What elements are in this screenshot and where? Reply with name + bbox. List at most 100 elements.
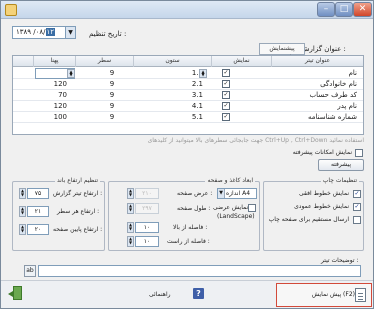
report-window: – □ ✕ ۱۳۸۹ /۰۸/۱۲ ▼ تاریخ تنظیم : عنوان … bbox=[0, 0, 374, 309]
advanced-checkbox[interactable] bbox=[355, 149, 363, 157]
row-show-checkbox[interactable]: ✓ bbox=[222, 80, 230, 88]
row-column: 1.1 bbox=[191, 69, 203, 77]
grid-header-title[interactable]: عنوان تیتر bbox=[271, 56, 363, 67]
exit-icon[interactable] bbox=[8, 286, 22, 300]
page-width-input[interactable]: ۲۱۰ bbox=[135, 188, 159, 199]
row-width: 120 bbox=[53, 80, 67, 88]
maximize-button[interactable]: □ bbox=[335, 2, 353, 17]
row-column: 3.1 bbox=[191, 91, 203, 99]
horizontal-lines-label: نمایش خطوط افقی bbox=[299, 190, 349, 197]
close-button[interactable]: ✕ bbox=[353, 2, 372, 17]
row-column: 2.1 bbox=[191, 80, 203, 88]
help-button[interactable]: راهنمائی bbox=[149, 289, 171, 301]
grid-header-column[interactable]: ستون bbox=[133, 56, 211, 67]
footer-height-label: ارتفاع پایین صفحه : bbox=[53, 226, 103, 233]
table-row[interactable]: نام✓1.19120▲▼▲▼ bbox=[13, 68, 363, 79]
minimize-button[interactable]: – bbox=[317, 2, 335, 17]
row-width: 70 bbox=[58, 91, 67, 99]
preview-button-label: پیش نمایش (F2) bbox=[311, 291, 355, 298]
row-level: 9 bbox=[109, 91, 115, 99]
row-title: نام پدر bbox=[337, 102, 357, 110]
title-bar: – □ ✕ bbox=[1, 1, 373, 19]
header-height-input[interactable]: ۷۵ bbox=[27, 188, 49, 199]
preview-button[interactable]: پیش نمایش (F2) bbox=[276, 283, 372, 307]
margin-right-spinner[interactable]: ▲ ▼ bbox=[127, 236, 134, 247]
page-width-label: عرض صفحه : bbox=[177, 190, 213, 197]
direct-print-label: ارسال مستقیم برای صفحه چاپ bbox=[268, 216, 349, 223]
page-height-input[interactable]: ۲۹۷ bbox=[135, 203, 159, 214]
advanced-label: نمایش امکانات پیشرفته bbox=[292, 149, 352, 156]
notes-edit-icon[interactable]: ab bbox=[24, 265, 36, 277]
row-column: 4.1 bbox=[191, 102, 203, 110]
row-show-checkbox[interactable]: ✓ bbox=[222, 69, 230, 77]
row-height-label: ارتفاع هر سطر : bbox=[57, 208, 100, 215]
vertical-lines-checkbox[interactable]: ✓ bbox=[353, 203, 361, 211]
row-title: شماره شناسنامه bbox=[307, 113, 357, 121]
table-row[interactable]: کد طرف حساب ✓ 3.1 9 70 bbox=[13, 90, 363, 101]
print-settings-group: تنظیمات چاپ ✓ نمایش خطوط افقی ✓ نمایش خط… bbox=[263, 177, 364, 251]
row-level: 9 bbox=[109, 80, 115, 88]
row-show-checkbox[interactable]: ✓ bbox=[222, 102, 230, 110]
direct-print-checkbox[interactable] bbox=[353, 216, 361, 224]
footer-height-spinner[interactable]: ▲ ▼ bbox=[19, 224, 26, 235]
header-height-label: ارتفاع تیتر گزارش : bbox=[53, 190, 103, 197]
advanced-button[interactable]: پیشرفته bbox=[318, 159, 364, 171]
row-show-checkbox[interactable]: ✓ bbox=[222, 91, 230, 99]
header-height-spinner[interactable]: ▲ ▼ bbox=[19, 188, 26, 199]
page-height-label: طول صفحه : bbox=[177, 205, 211, 212]
page-size-group: ابعاد کاغذ و صفحه ▼ اندازه A4 نمایش عرضی… bbox=[108, 177, 260, 251]
notes-input[interactable] bbox=[38, 265, 361, 277]
date-label: تاریخ تنظیم : bbox=[89, 30, 127, 38]
row-title: نام خانوادگی bbox=[320, 80, 357, 88]
page-height-spinner[interactable]: ▲ ▼ bbox=[127, 203, 134, 214]
row-level: 9 bbox=[109, 113, 115, 121]
app-icon bbox=[5, 4, 17, 16]
grid-header-width[interactable]: پهنا bbox=[33, 56, 75, 67]
document-icon bbox=[355, 288, 366, 302]
tab-preview[interactable]: پیشنمایش گزارش bbox=[259, 43, 305, 62]
row-width: 100 bbox=[53, 113, 67, 121]
vertical-lines-label: نمایش خطوط عمودی bbox=[294, 203, 349, 210]
date-input[interactable]: ۱۳۸۹ /۰۸/۱۲ ▼ bbox=[12, 26, 76, 39]
grid-header-level[interactable]: سطر bbox=[75, 56, 133, 67]
print-settings-title: تنظیمات چاپ bbox=[320, 177, 359, 184]
columns-grid: عنوان تیتر نمایش ستون سطر پهنا نام ✓ 1.1 9 1… bbox=[12, 55, 364, 135]
row-height-spinner[interactable]: ▲ ▼ bbox=[19, 206, 26, 217]
grid-header-show[interactable]: نمایش bbox=[211, 56, 271, 67]
landscape-checkbox[interactable] bbox=[248, 204, 256, 212]
grid-header: عنوان تیتر نمایش ستون سطر پهنا bbox=[13, 56, 363, 67]
arrow-shape bbox=[8, 291, 13, 297]
footer-height-input[interactable]: ۲۰ bbox=[27, 224, 49, 235]
paper-size-value: اندازه A4 bbox=[226, 190, 251, 197]
column-spinner[interactable]: ▲ ▼ bbox=[199, 69, 207, 78]
width-spinner[interactable]: ▲ ▼ bbox=[67, 69, 75, 78]
margin-top-label: فاصله از بالا : bbox=[173, 224, 208, 231]
row-column: 5.1 bbox=[191, 113, 203, 121]
reorder-hint: جهت جابجائی سطرهای بالا میتوانید از کلید… bbox=[147, 137, 364, 144]
margin-top-spinner[interactable]: ▲ ▼ bbox=[127, 222, 134, 233]
row-show-checkbox[interactable]: ✓ bbox=[222, 113, 230, 121]
margin-top-input[interactable]: ۱۰ bbox=[135, 222, 159, 233]
margin-right-input[interactable]: ۱۰ bbox=[135, 236, 159, 247]
row-title: کد طرف حساب bbox=[309, 91, 357, 99]
help-icon[interactable]: ? bbox=[193, 288, 204, 299]
paper-size-select[interactable]: ▼ اندازه A4 bbox=[217, 188, 257, 199]
door-shape bbox=[13, 286, 22, 300]
landscape-note: (LandScape) bbox=[217, 213, 255, 220]
band-height-title: تنظیم ارتفاع باند bbox=[54, 177, 100, 184]
row-level: 9 bbox=[109, 69, 115, 77]
table-row[interactable]: شماره شناسنامه ✓ 5.1 9 100 bbox=[13, 112, 363, 123]
table-row[interactable]: نام خانوادگی ✓ 2.1 9 120 bbox=[13, 79, 363, 90]
horizontal-lines-checkbox[interactable]: ✓ bbox=[353, 190, 361, 198]
row-title: نام bbox=[348, 69, 357, 77]
chevron-down-icon: ▼ bbox=[218, 189, 225, 198]
landscape-label: نمایش عرضی bbox=[213, 204, 249, 211]
advanced-row: نمایش امکانات پیشرفته bbox=[12, 148, 364, 159]
chevron-down-icon[interactable]: ▼ bbox=[65, 27, 75, 38]
page-size-title: ابعاد کاغذ و صفحه bbox=[205, 177, 255, 184]
page-width-spinner[interactable]: ▲ ▼ bbox=[127, 188, 134, 199]
row-height-input[interactable]: ۲۱ bbox=[27, 206, 49, 217]
date-value-prefix: ۱۳۸۹ /۰۸/ bbox=[16, 28, 46, 36]
date-value-day: ۱۲ bbox=[45, 28, 56, 36]
table-row[interactable]: نام پدر ✓ 4.1 9 120 bbox=[13, 101, 363, 112]
